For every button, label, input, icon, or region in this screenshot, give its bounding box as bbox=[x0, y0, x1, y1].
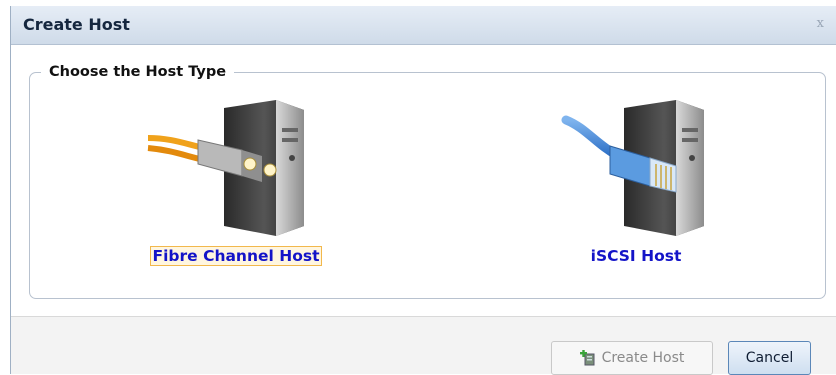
host-type-legend: Choose the Host Type bbox=[41, 64, 235, 80]
create-host-button[interactable]: Create Host bbox=[551, 341, 713, 375]
create-host-button-label: Create Host bbox=[601, 350, 685, 366]
create-host-dialog: Create Host x Choose the Host Type Fibre… bbox=[10, 6, 836, 375]
fibre-channel-server-icon bbox=[147, 100, 304, 236]
iscsi-host-link[interactable]: iSCSI Host bbox=[588, 246, 685, 266]
iscsi-host-option[interactable]: iSCSI Host bbox=[506, 98, 766, 266]
fibre-channel-host-option[interactable]: Fibre Channel Host bbox=[106, 98, 366, 266]
ethernet-server-icon bbox=[561, 100, 704, 236]
dialog-titlebar[interactable]: Create Host x bbox=[11, 6, 836, 45]
dialog-title: Create Host bbox=[23, 15, 130, 34]
add-host-icon bbox=[579, 350, 595, 366]
close-icon[interactable]: x bbox=[817, 16, 824, 31]
fibre-channel-host-link[interactable]: Fibre Channel Host bbox=[149, 246, 323, 266]
cancel-button-label: Cancel bbox=[745, 350, 794, 366]
cancel-button[interactable]: Cancel bbox=[728, 341, 811, 375]
dialog-footer: Create Host Cancel bbox=[11, 316, 836, 375]
